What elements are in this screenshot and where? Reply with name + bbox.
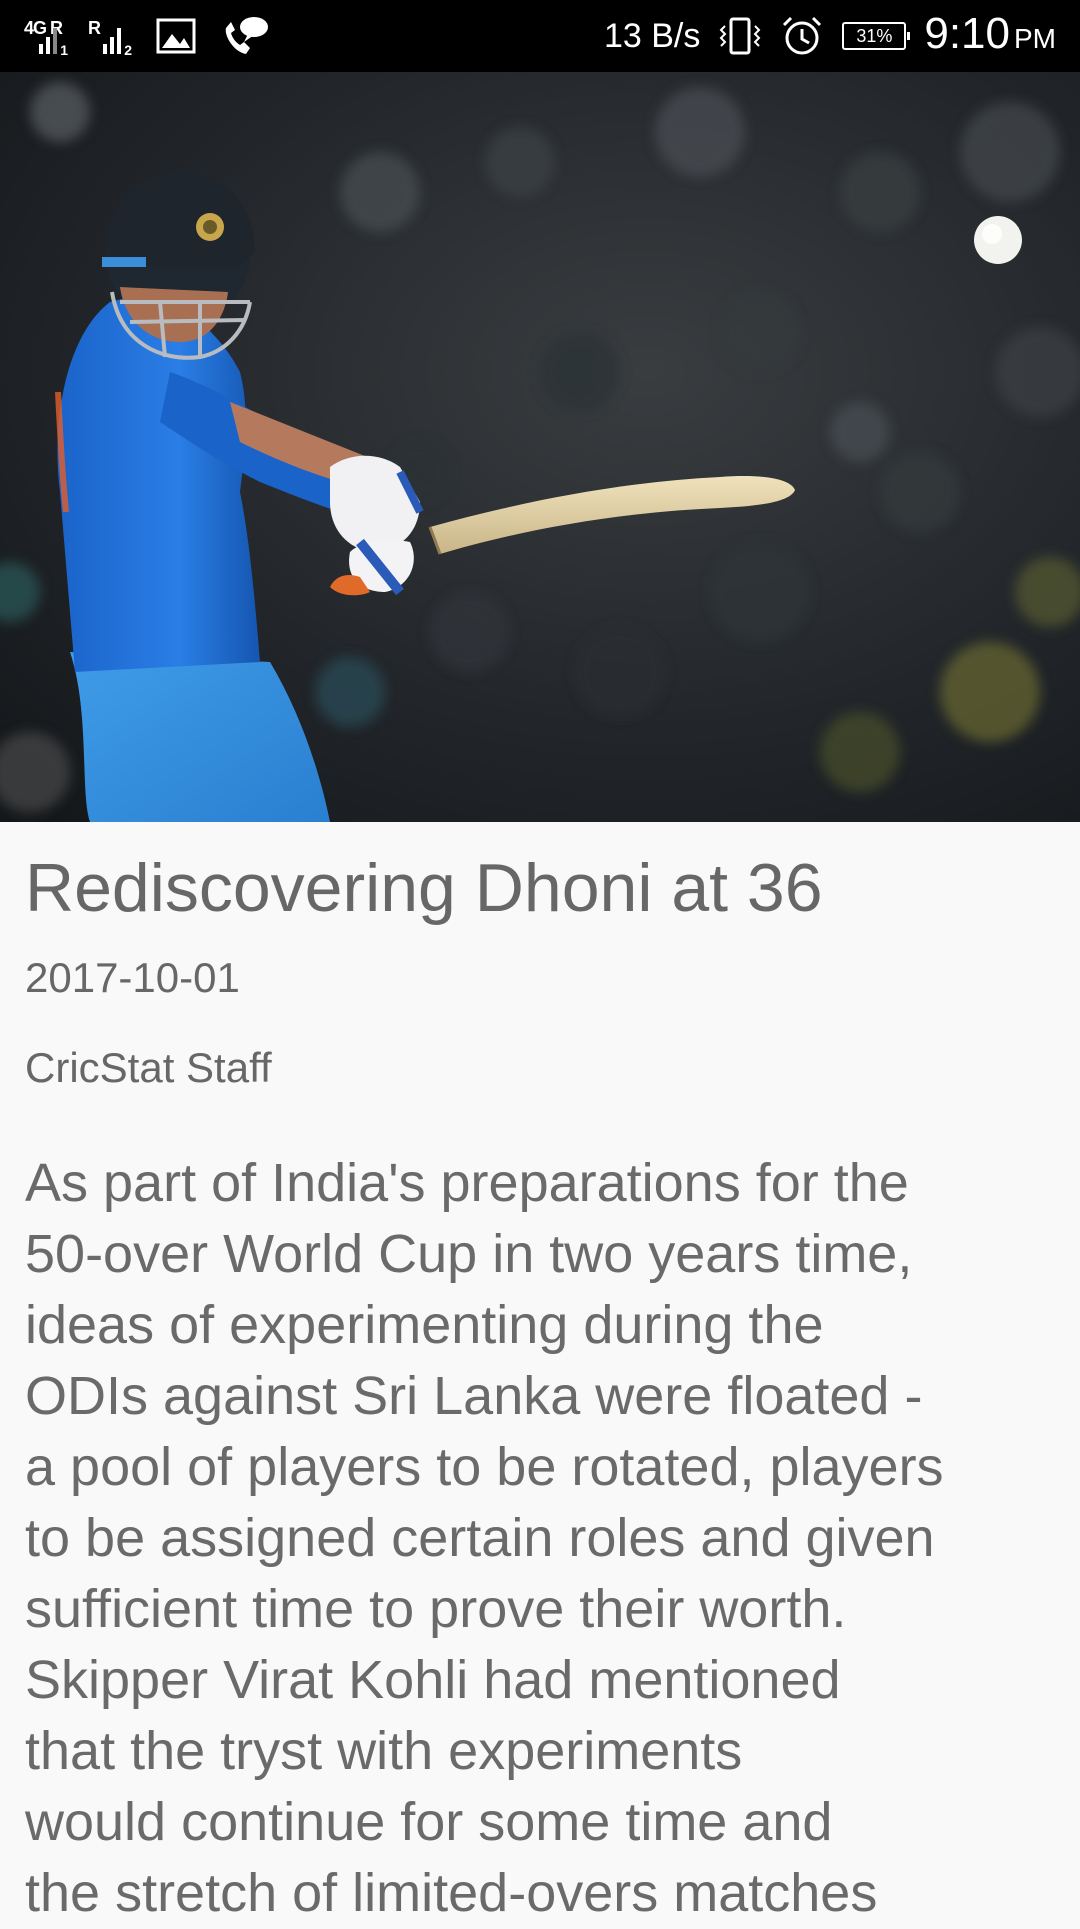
article: Rediscovering Dhoni at 36 2017-10-01 Cri… bbox=[25, 822, 1055, 1929]
hero-image bbox=[0, 72, 1080, 822]
signal-icon: 4G R 1 bbox=[24, 18, 68, 58]
article-title: Rediscovering Dhoni at 36 bbox=[25, 850, 823, 926]
article-body: As part of India's preparations for the … bbox=[25, 1153, 944, 1923]
vibrate-icon bbox=[719, 17, 761, 55]
article-author: CricStat Staff bbox=[25, 1044, 272, 1091]
signal-icon: R 2 bbox=[88, 18, 132, 58]
voip-call-icon bbox=[225, 17, 268, 54]
article-date: 2017-10-01 bbox=[25, 954, 240, 1001]
clock: 9:10 PM bbox=[924, 8, 1056, 58]
network-speed: 13 B/s bbox=[603, 17, 701, 55]
alarm-icon bbox=[783, 16, 822, 55]
image-icon bbox=[156, 18, 196, 54]
status-bar: 4G R 1 R 2 13 B/s 31% 9:10 PM bbox=[0, 0, 1080, 72]
battery-icon: 31% bbox=[842, 22, 911, 50]
